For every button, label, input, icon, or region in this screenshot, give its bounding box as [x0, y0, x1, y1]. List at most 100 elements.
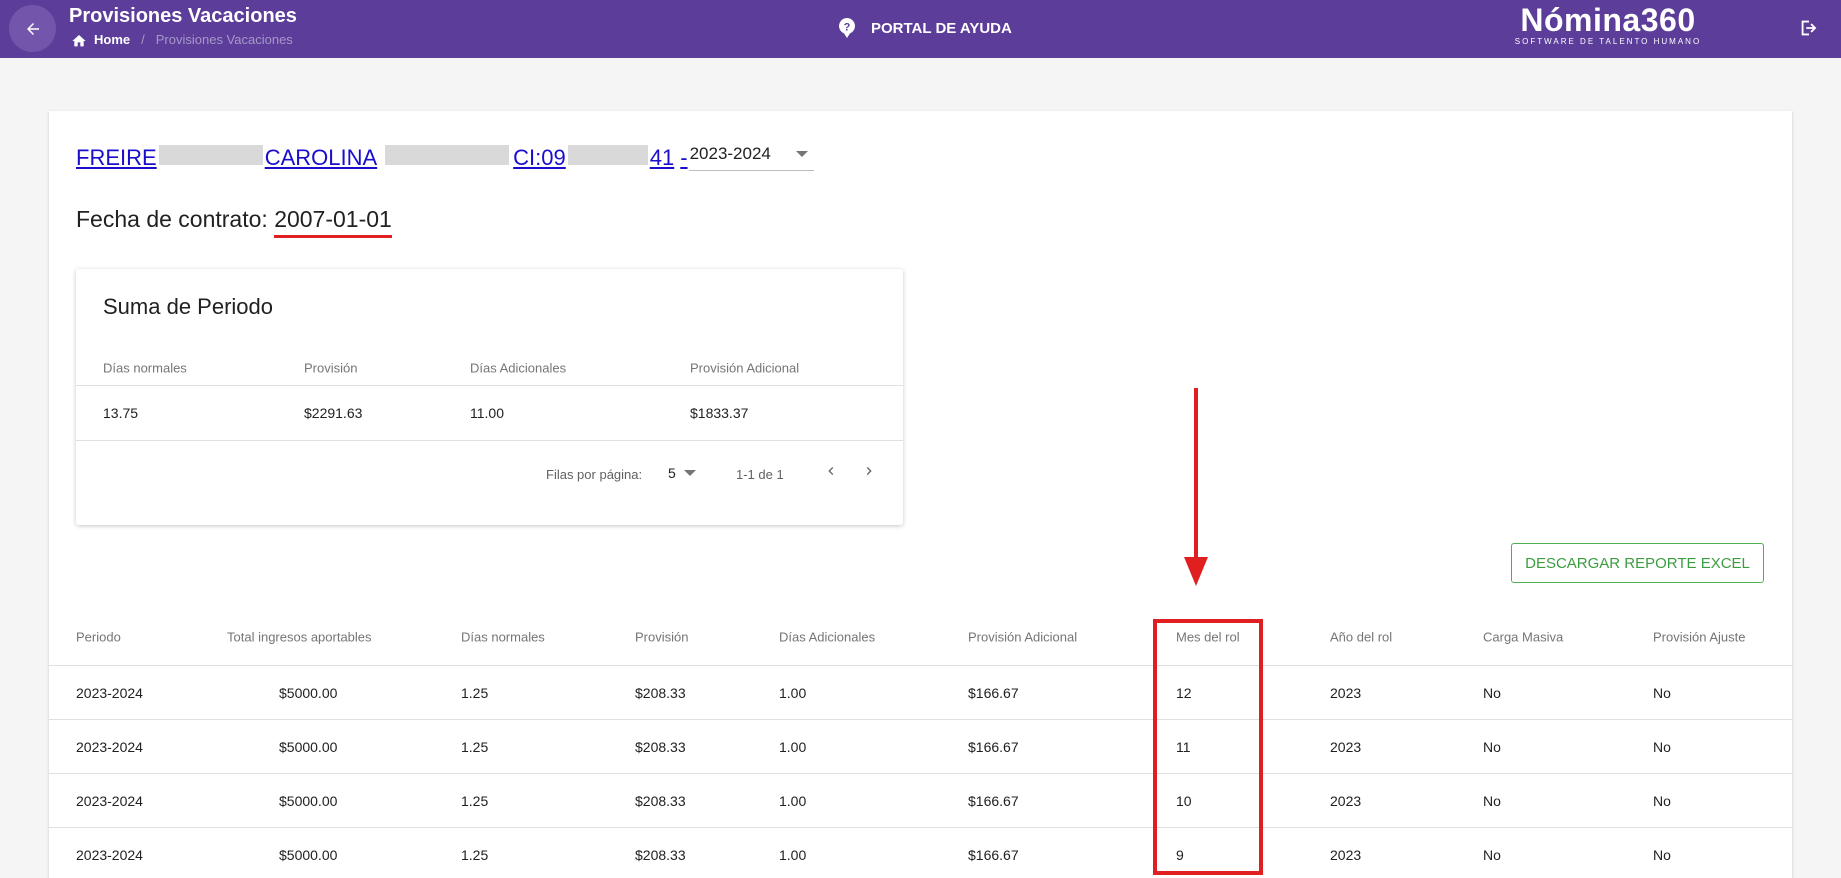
contract-date-line: Fecha de contrato: 2007-01-01	[76, 206, 392, 238]
period-summary-card: Suma de Periodo Días normales Provisión …	[76, 269, 903, 525]
column-header[interactable]: Carga Masiva	[1483, 630, 1563, 645]
summary-cell: 11.00	[470, 405, 504, 421]
app-header: Provisiones Vacaciones Home / Provisione…	[0, 0, 1841, 58]
period-select-value: 2023-2024	[689, 143, 771, 163]
contract-date: 2007-01-01	[274, 206, 392, 238]
logo-text: Nómina360	[1520, 2, 1696, 38]
employee-last-name: FREIRE	[76, 145, 157, 170]
breadcrumb: Home / Provisiones Vacaciones	[71, 32, 293, 47]
summary-cell: 13.75	[103, 405, 139, 421]
redacted-block	[567, 145, 648, 165]
cell-dias-normales: 1.25	[461, 738, 489, 755]
cell-anio-rol: 2023	[1330, 846, 1362, 863]
cell-anio-rol: 2023	[1330, 792, 1362, 809]
svg-text:?: ?	[844, 22, 851, 34]
table-row[interactable]: 2023-2024 $5000.00 1.25 $208.33 1.00 $16…	[49, 720, 1792, 774]
cell-carga-masiva: No	[1483, 738, 1501, 755]
logout-icon	[1801, 20, 1817, 36]
summary-col-header[interactable]: Provisión Adicional	[690, 361, 799, 376]
cell-provision-ajuste: No	[1653, 738, 1671, 755]
previous-page-button[interactable]	[823, 463, 839, 482]
cell-provision-ajuste: No	[1653, 792, 1671, 809]
cell-provision-adicional: $166.67	[968, 684, 1019, 701]
column-header[interactable]: Total ingresos aportables	[227, 630, 372, 645]
cell-periodo: 2023-2024	[76, 684, 143, 701]
cell-periodo: 2023-2024	[76, 738, 143, 755]
cell-anio-rol: 2023	[1330, 738, 1362, 755]
summary-cell: $1833.37	[690, 405, 749, 421]
rows-per-page-label: Filas por página:	[546, 467, 643, 482]
column-header[interactable]: Provisión Adicional	[968, 630, 1077, 645]
cell-anio-rol: 2023	[1330, 684, 1362, 701]
chevron-left-icon	[828, 467, 834, 475]
employee-first-name: CAROLINA	[264, 145, 378, 170]
cell-total-ingresos: $5000.00	[279, 684, 338, 701]
cell-provision: $208.33	[635, 792, 686, 809]
cell-carga-masiva: No	[1483, 846, 1501, 863]
column-header[interactable]: Periodo	[76, 630, 121, 645]
chevron-right-icon	[866, 467, 872, 475]
help-portal-label: PORTAL DE AYUDA	[871, 19, 1012, 37]
rows-per-page-select[interactable]: 5	[668, 465, 696, 481]
cell-dias-adicionales: 1.00	[779, 846, 807, 863]
cell-dias-normales: 1.25	[461, 684, 489, 701]
cell-mes-rol: 10	[1176, 792, 1192, 809]
rows-per-page-value: 5	[668, 465, 676, 481]
help-circle-icon: ?	[839, 18, 855, 38]
cell-dias-adicionales: 1.00	[779, 684, 807, 701]
help-portal-link[interactable]: ? PORTAL DE AYUDA	[837, 17, 1012, 39]
cell-total-ingresos: $5000.00	[279, 792, 338, 809]
cell-mes-rol: 11	[1176, 738, 1191, 755]
cell-periodo: 2023-2024	[76, 792, 143, 809]
breadcrumb-separator: /	[141, 32, 145, 47]
summary-row: 13.75 $2291.63 11.00 $1833.37	[76, 386, 903, 441]
summary-col-header[interactable]: Días normales	[103, 361, 187, 376]
cell-dias-adicionales: 1.00	[779, 738, 807, 755]
cell-mes-rol: 9	[1176, 846, 1184, 863]
page-title: Provisiones Vacaciones	[69, 5, 297, 27]
cell-periodo: 2023-2024	[76, 846, 143, 863]
summary-col-header[interactable]: Días Adicionales	[470, 361, 566, 376]
next-page-button[interactable]	[861, 463, 877, 482]
cell-carga-masiva: No	[1483, 792, 1501, 809]
column-header[interactable]: Días normales	[461, 630, 545, 645]
table-row[interactable]: 2023-2024 $5000.00 1.25 $208.33 1.00 $16…	[49, 666, 1792, 720]
cell-provision-adicional: $166.67	[968, 792, 1019, 809]
column-header[interactable]: Provisión Ajuste	[1653, 630, 1746, 645]
cell-provision-adicional: $166.67	[968, 846, 1019, 863]
cell-provision: $208.33	[635, 738, 686, 755]
breadcrumb-current: Provisiones Vacaciones	[155, 32, 293, 47]
logout-button[interactable]	[1798, 17, 1820, 44]
period-select[interactable]: 2023-2024	[688, 137, 814, 171]
breadcrumb-home-label: Home	[94, 32, 131, 47]
cell-provision-ajuste: No	[1653, 846, 1671, 863]
column-header[interactable]: Año del rol	[1330, 630, 1392, 645]
breadcrumb-home[interactable]: Home	[71, 32, 130, 47]
summary-col-header[interactable]: Provisión	[304, 361, 357, 376]
cell-total-ingresos: $5000.00	[279, 738, 338, 755]
arrow-left-icon	[26, 22, 39, 35]
back-button[interactable]	[9, 5, 56, 52]
contract-label: Fecha de contrato:	[76, 206, 268, 232]
cell-provision-adicional: $166.67	[968, 738, 1019, 755]
brand-logo: Nómina360 SOFTWARE DE TALENTO HUMANO	[1508, 2, 1708, 46]
caret-down-icon	[683, 470, 696, 476]
cell-dias-normales: 1.25	[461, 846, 489, 863]
column-header[interactable]: Mes del rol	[1176, 630, 1240, 645]
column-header[interactable]: Provisión	[635, 630, 688, 645]
column-header[interactable]: Días Adicionales	[779, 630, 875, 645]
logo-tagline: SOFTWARE DE TALENTO HUMANO	[1514, 37, 1702, 46]
employee-link[interactable]: FREIRE CAROLINA CI:09 41 -	[76, 145, 688, 171]
cell-dias-normales: 1.25	[461, 792, 489, 809]
cell-provision-ajuste: No	[1653, 684, 1671, 701]
employee-row: FREIRE CAROLINA CI:09 41 - 2023-2024	[76, 137, 814, 171]
redacted-block	[385, 145, 510, 165]
cell-carga-masiva: No	[1483, 684, 1501, 701]
cell-provision: $208.33	[635, 846, 686, 863]
download-excel-button[interactable]: DESCARGAR REPORTE EXCEL	[1511, 543, 1764, 583]
cell-total-ingresos: $5000.00	[279, 846, 338, 863]
table-row[interactable]: 2023-2024 $5000.00 1.25 $208.33 1.00 $16…	[49, 828, 1792, 878]
cell-provision: $208.33	[635, 684, 686, 701]
table-row[interactable]: 2023-2024 $5000.00 1.25 $208.33 1.00 $16…	[49, 774, 1792, 828]
summary-header-row: Días normales Provisión Días Adicionales…	[76, 351, 903, 386]
